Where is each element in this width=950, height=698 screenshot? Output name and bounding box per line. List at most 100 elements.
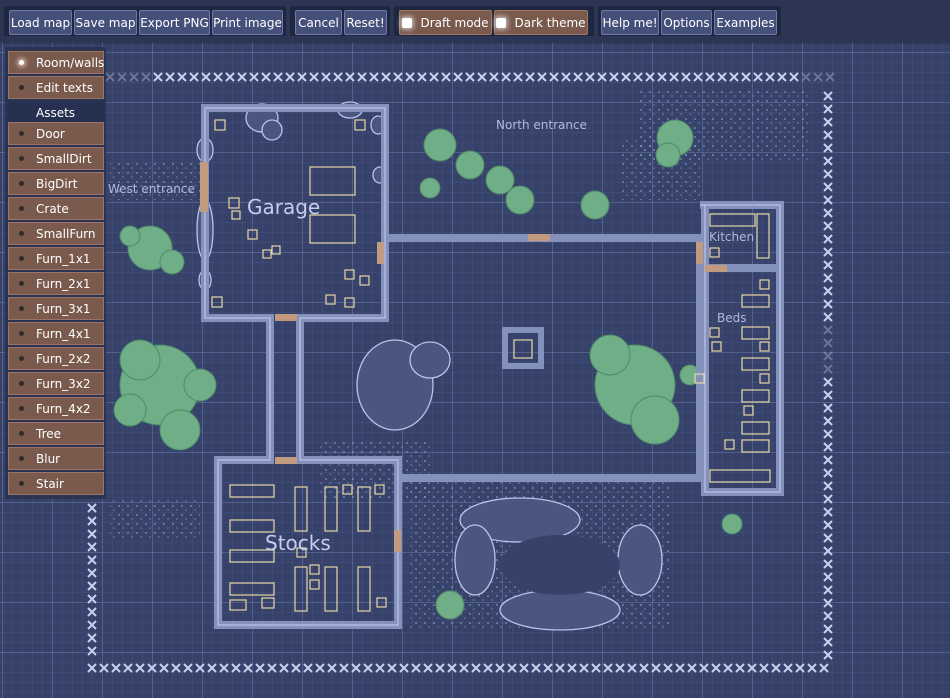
border-x-marker <box>823 416 833 426</box>
border-x-marker <box>615 663 625 673</box>
border-x-marker <box>513 72 523 82</box>
border-x-marker <box>759 663 769 673</box>
border-x-marker <box>823 637 833 647</box>
draft-mode-checkbox-icon[interactable] <box>402 17 413 28</box>
border-x-marker <box>823 494 833 504</box>
border-x-marker <box>771 663 781 673</box>
examples-button[interactable]: Examples <box>714 10 777 35</box>
border-x-marker <box>823 117 833 127</box>
border-x-marker <box>465 72 475 82</box>
asset-furn-1x1-button[interactable]: Furn_1x1 <box>8 247 104 270</box>
load-map-button[interactable]: Load map <box>9 10 72 35</box>
radio-dot-icon <box>19 131 24 136</box>
draft-mode-toggle[interactable]: Draft mode <box>399 10 492 35</box>
mode-label: Edit texts <box>36 80 93 95</box>
asset-label: Blur <box>36 451 61 466</box>
border-x-marker <box>807 663 817 673</box>
border-x-marker <box>243 663 253 673</box>
radio-dot-icon <box>19 306 24 311</box>
asset-furn-4x1-button[interactable]: Furn_4x1 <box>8 322 104 345</box>
save-map-button[interactable]: Save map <box>74 10 137 35</box>
room-label-garage[interactable]: Garage <box>247 195 320 219</box>
map-canvas[interactable]: Garage Stocks Kitchen Beds North entranc… <box>0 0 950 698</box>
room-label-kitchen[interactable]: Kitchen <box>709 230 754 244</box>
asset-furn-2x2-button[interactable]: Furn_2x2 <box>8 347 104 370</box>
reset-button[interactable]: Reset! <box>344 10 387 35</box>
border-x-marker <box>579 663 589 673</box>
border-x-marker <box>381 72 391 82</box>
border-x-marker <box>321 72 331 82</box>
border-x-marker <box>823 286 833 296</box>
label-north-entrance[interactable]: North entrance <box>496 118 587 132</box>
border-x-marker <box>375 663 385 673</box>
asset-label: BigDirt <box>36 176 78 191</box>
border-x-marker <box>171 663 181 673</box>
asset-label: Furn_3x2 <box>36 376 91 391</box>
dark-theme-toggle[interactable]: Dark theme <box>494 10 588 35</box>
mode-label: Room/walls <box>36 55 105 70</box>
border-x-marker <box>477 72 487 82</box>
border-x-marker <box>345 72 355 82</box>
border-x-marker <box>823 247 833 257</box>
asset-tree-button[interactable]: Tree <box>8 422 104 445</box>
cancel-button[interactable]: Cancel <box>295 10 342 35</box>
border-x-marker <box>309 72 319 82</box>
asset-label: Furn_2x2 <box>36 351 91 366</box>
radio-dot-icon <box>19 231 24 236</box>
mode-room-walls-button[interactable]: Room/walls <box>8 51 104 74</box>
asset-bigdirt-button[interactable]: BigDirt <box>8 172 104 195</box>
asset-crate-button[interactable]: Crate <box>8 197 104 220</box>
asset-blur-button[interactable]: Blur <box>8 447 104 470</box>
mode-edit-texts-button[interactable]: Edit texts <box>8 76 104 99</box>
asset-door-button[interactable]: Door <box>8 122 104 145</box>
asset-furn-2x1-button[interactable]: Furn_2x1 <box>8 272 104 295</box>
border-x-marker <box>543 663 553 673</box>
border-x-marker <box>823 546 833 556</box>
room-label-stocks[interactable]: Stocks <box>265 531 331 555</box>
asset-smallfurn-button[interactable]: SmallFurn <box>8 222 104 245</box>
export-png-button[interactable]: Export PNG <box>139 10 210 35</box>
assets-heading: Assets <box>8 102 104 124</box>
border-x-marker <box>823 143 833 153</box>
radio-dot-icon <box>19 206 24 211</box>
asset-stair-button[interactable]: Stair <box>8 472 104 495</box>
asset-smalldirt-button[interactable]: SmallDirt <box>8 147 104 170</box>
border-x-marker <box>87 568 97 578</box>
options-button[interactable]: Options <box>661 10 712 35</box>
border-x-marker <box>87 594 97 604</box>
help-button[interactable]: Help me! <box>601 10 659 35</box>
asset-label: Furn_2x1 <box>36 276 91 291</box>
dark-theme-checkbox-icon[interactable] <box>496 17 507 28</box>
border-x-marker <box>823 169 833 179</box>
border-x-marker <box>825 72 835 82</box>
border-x-marker <box>699 663 709 673</box>
border-x-marker <box>249 72 259 82</box>
border-x-marker <box>351 663 361 673</box>
border-x-marker <box>823 312 833 322</box>
border-x-marker <box>823 273 833 283</box>
asset-label: Crate <box>36 201 69 216</box>
border-x-marker <box>123 663 133 673</box>
asset-furn-4x2-button[interactable]: Furn_4x2 <box>8 397 104 420</box>
border-x-marker <box>801 72 811 82</box>
border-x-marker <box>823 390 833 400</box>
border-x-marker <box>777 72 787 82</box>
border-x-marker <box>105 72 115 82</box>
border-x-marker <box>189 72 199 82</box>
border-x-marker <box>651 663 661 673</box>
print-image-button[interactable]: Print image <box>212 10 283 35</box>
border-x-marker <box>297 72 307 82</box>
border-x-marker <box>795 663 805 673</box>
border-x-marker <box>823 260 833 270</box>
border-x-marker <box>823 481 833 491</box>
room-label-beds[interactable]: Beds <box>717 311 746 325</box>
border-x-marker <box>823 104 833 114</box>
label-west-entrance[interactable]: West entrance <box>108 182 195 196</box>
border-x-marker <box>303 663 313 673</box>
asset-furn-3x2-button[interactable]: Furn_3x2 <box>8 372 104 395</box>
border-x-marker <box>195 663 205 673</box>
border-x-marker <box>87 581 97 591</box>
asset-furn-3x1-button[interactable]: Furn_3x1 <box>8 297 104 320</box>
map-drawing[interactable] <box>0 0 950 698</box>
border-x-marker <box>823 559 833 569</box>
